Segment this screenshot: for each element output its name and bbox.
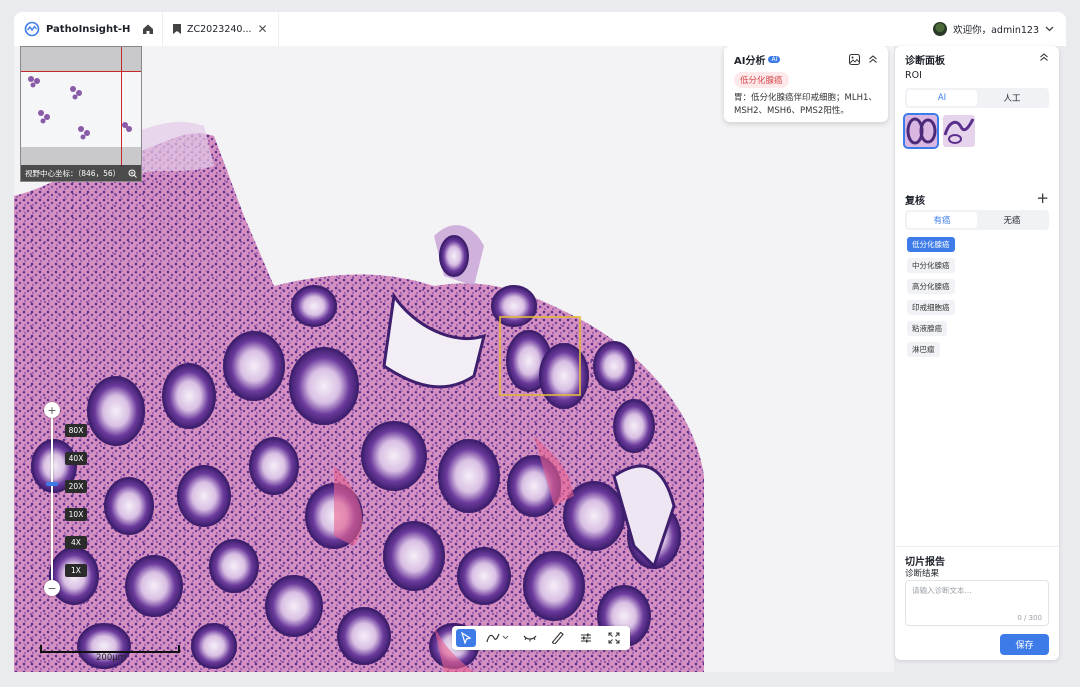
fullscreen-button[interactable]	[604, 629, 624, 647]
zoom-slider[interactable]: + −	[42, 398, 62, 598]
zoom-in-icon[interactable]	[128, 169, 137, 178]
user-greeting: 欢迎你，admin123	[953, 25, 1039, 36]
zoom-track[interactable]	[51, 410, 53, 586]
roi-thumbnails	[903, 113, 975, 149]
adjust-button[interactable]	[576, 629, 596, 647]
chevron-down-icon	[1045, 26, 1054, 32]
close-icon[interactable]: ✕	[258, 23, 268, 35]
chip-well-differentiated[interactable]: 高分化腺癌	[907, 279, 955, 294]
center-coords: 视野中心坐标：（846，56）	[25, 168, 121, 178]
logo-icon	[24, 21, 40, 37]
result-label: 诊断结果	[905, 569, 940, 579]
diagnosis-panel: 诊断面板 ROI AI 人工 复核 + 有癌 无癌 低分化腺癌 中分化腺癌 高分…	[895, 46, 1059, 660]
annotation-toolbar	[452, 626, 630, 650]
chip-poorly-differentiated[interactable]: 低分化腺癌	[907, 237, 955, 252]
tab-manual[interactable]: 人工	[977, 90, 1047, 106]
chip-mucinous[interactable]: 粘液腺癌	[907, 321, 947, 336]
ai-analysis-card: AI分析 AI 低分化腺癌 胃：低分化腺癌伴印戒细胞；MLH1、MSH2、MSH…	[724, 46, 888, 122]
select-tool-button[interactable]	[456, 629, 476, 647]
user-menu[interactable]: 欢迎你，admin123	[933, 22, 1066, 36]
curve-tool-button[interactable]	[484, 629, 512, 647]
roi-thumbnail[interactable]	[903, 113, 939, 149]
home-icon	[143, 24, 153, 34]
roi-label: ROI	[905, 70, 922, 81]
avatar	[933, 22, 948, 36]
zoom-plus-button[interactable]: +	[44, 402, 60, 418]
tab-label: ZC2023240...	[187, 23, 252, 35]
diagnosis-options: 低分化腺癌 中分化腺癌 高分化腺癌 印戒细胞癌 粘液腺癌 淋巴瘤	[907, 237, 955, 363]
zoom-level-40x[interactable]: 40X	[65, 452, 87, 465]
chip-moderately-differentiated[interactable]: 中分化腺癌	[907, 258, 955, 273]
tab-cancer[interactable]: 有癌	[907, 212, 977, 228]
ruler-tool-button[interactable]	[548, 629, 568, 647]
roi-image-2	[943, 115, 975, 147]
collapse-icon[interactable]	[868, 54, 878, 64]
scale-label: 200μm	[96, 653, 126, 663]
collapse-icon[interactable]	[1039, 52, 1049, 62]
bookmark-icon	[173, 24, 181, 34]
ruler-icon	[552, 632, 564, 644]
zoom-handle[interactable]	[46, 482, 58, 486]
chip-signet-ring[interactable]: 印戒细胞癌	[907, 300, 955, 315]
tab-ai[interactable]: AI	[907, 90, 977, 106]
app-name: PathoInsight-H	[46, 23, 131, 35]
zoom-level-10x[interactable]: 10X	[65, 508, 87, 521]
sliders-icon	[581, 633, 591, 643]
add-icon[interactable]: +	[1036, 189, 1049, 207]
cursor-icon	[461, 632, 472, 644]
minimap-footer: 视野中心坐标：（846，56）	[21, 165, 141, 181]
save-button[interactable]: 保存	[1000, 634, 1049, 655]
roi-source-toggle: AI 人工	[905, 88, 1049, 108]
chip-lymphoma[interactable]: 淋巴瘤	[907, 342, 940, 357]
zoom-level-80x[interactable]: 80X	[65, 424, 87, 437]
top-bar: PathoInsight-H ZC2023240... ✕ 欢迎你，admin1…	[14, 12, 1066, 46]
cancer-toggle: 有癌 无癌	[905, 210, 1049, 230]
minimap-crosshair-v	[121, 47, 122, 167]
ai-diagnosis-tag: 低分化腺癌	[734, 72, 789, 88]
zoom-minus-button[interactable]: −	[44, 580, 60, 596]
zoom-level-1x[interactable]: 1X	[65, 564, 87, 577]
report-title: 切片报告	[905, 557, 945, 568]
roi-thumbnail[interactable]	[943, 115, 975, 147]
home-button[interactable]	[134, 12, 162, 46]
minimap-crosshair-h	[21, 71, 141, 72]
roi-image-1	[905, 115, 937, 147]
minimap-view	[21, 71, 141, 147]
panel-title: 诊断面板	[905, 56, 945, 67]
brand[interactable]: PathoInsight-H	[14, 21, 134, 37]
diagnosis-text-input[interactable]: 请输入诊断文本... 0 / 300	[905, 580, 1049, 626]
scale-bar	[40, 645, 180, 653]
curve-icon	[486, 633, 509, 643]
ai-card-title: AI分析	[734, 56, 766, 67]
ai-badge: AI	[768, 56, 781, 63]
tab-slide[interactable]: ZC2023240... ✕	[162, 12, 279, 46]
minimap[interactable]: 视野中心坐标：（846，56）	[20, 46, 142, 182]
review-title: 复核	[905, 196, 925, 207]
ai-diagnosis-text: 胃：低分化腺癌伴印戒细胞；MLH1、MSH2、MSH6、PMS2阳性。	[734, 93, 877, 116]
hide-annotations-button[interactable]	[520, 629, 540, 647]
slide-viewer[interactable]: 视野中心坐标：（846，56） + − 80X 40X 20X 10X 4X 1…	[14, 46, 894, 672]
minimap-thumbnail	[28, 76, 132, 140]
tissue-image	[14, 46, 894, 672]
zoom-levels: 80X 40X 20X 10X 4X 1X	[65, 424, 87, 592]
char-count: 0 / 300	[1017, 614, 1042, 622]
image-icon[interactable]	[849, 54, 860, 65]
divider	[895, 546, 1059, 547]
eye-closed-icon	[523, 635, 537, 642]
tab-no-cancer[interactable]: 无癌	[977, 212, 1047, 228]
zoom-level-20x[interactable]: 20X	[65, 480, 87, 493]
zoom-level-4x[interactable]: 4X	[65, 536, 87, 549]
input-placeholder: 请输入诊断文本...	[912, 586, 972, 595]
expand-icon	[608, 632, 620, 644]
